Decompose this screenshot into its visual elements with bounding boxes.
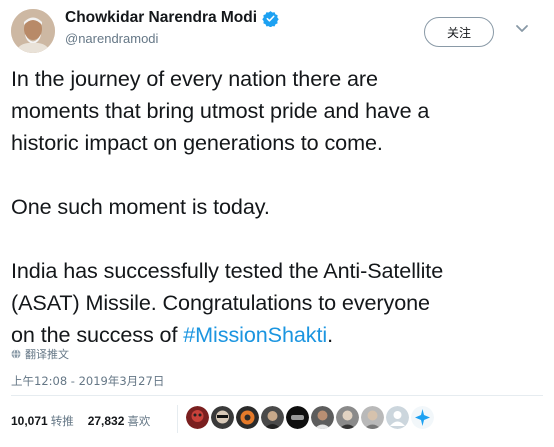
author-handle[interactable]: @narendramodi: [65, 31, 158, 46]
tweet-line: In the journey of every nation there are: [11, 66, 378, 91]
translate-tweet-link[interactable]: 翻译推文: [11, 346, 69, 362]
tweet-stats: 10,071 转推 27,832 喜欢: [11, 413, 150, 429]
like-label[interactable]: 喜欢: [127, 414, 150, 428]
hashtag-link[interactable]: #MissionShakti: [183, 322, 327, 347]
liker-avatar[interactable]: [361, 406, 384, 429]
tweet-timestamp[interactable]: 上午12:08 - 2019年3月27日: [11, 373, 164, 389]
tweet-text: In the journey of every nation there are…: [11, 63, 551, 351]
tweet-line: India has successfully tested the Anti-S…: [11, 258, 444, 283]
author-avatar[interactable]: [11, 9, 55, 53]
follow-button[interactable]: 关注: [424, 17, 494, 47]
tweet-line: moments that bring utmost pride and have…: [11, 98, 430, 123]
tweet-line-text: on the success of: [11, 322, 184, 347]
tweet-line: historic impact on generations to come.: [11, 130, 383, 155]
liker-avatar[interactable]: [411, 406, 434, 429]
translate-label[interactable]: 翻译推文: [25, 346, 69, 362]
default-avatar-icon[interactable]: [386, 406, 409, 429]
tweet-line: (ASAT) Missile. Congratulations to every…: [11, 290, 430, 315]
retweet-label[interactable]: 转推: [51, 414, 74, 428]
stats-divider: [177, 405, 178, 433]
liker-avatar[interactable]: [286, 406, 309, 429]
tweet-line: One such moment is today.: [11, 194, 270, 219]
tweet-line-last: on the success of #MissionShakti.: [11, 319, 551, 351]
liker-avatar[interactable]: [186, 406, 209, 429]
liker-avatar[interactable]: [236, 406, 259, 429]
globe-icon: [11, 349, 21, 359]
liker-avatar[interactable]: [261, 406, 284, 429]
liker-avatars: [186, 406, 434, 429]
author-display-name[interactable]: Chowkidar Narendra Modi: [65, 9, 257, 27]
like-stat[interactable]: 27,832 喜欢: [88, 413, 151, 429]
liker-avatar[interactable]: [311, 406, 334, 429]
like-count[interactable]: 27,832: [88, 414, 125, 428]
tweet-punctuation: .: [327, 322, 333, 347]
retweet-count[interactable]: 10,071: [11, 414, 48, 428]
liker-avatar[interactable]: [211, 406, 234, 429]
liker-avatar[interactable]: [336, 406, 359, 429]
divider: [11, 395, 543, 396]
verified-badge-icon: [262, 10, 279, 27]
author-name[interactable]: Chowkidar Narendra Modi: [65, 9, 279, 27]
chevron-down-icon[interactable]: [515, 24, 529, 34]
retweet-stat[interactable]: 10,071 转推: [11, 413, 74, 429]
author-avatar-image: [11, 9, 55, 53]
